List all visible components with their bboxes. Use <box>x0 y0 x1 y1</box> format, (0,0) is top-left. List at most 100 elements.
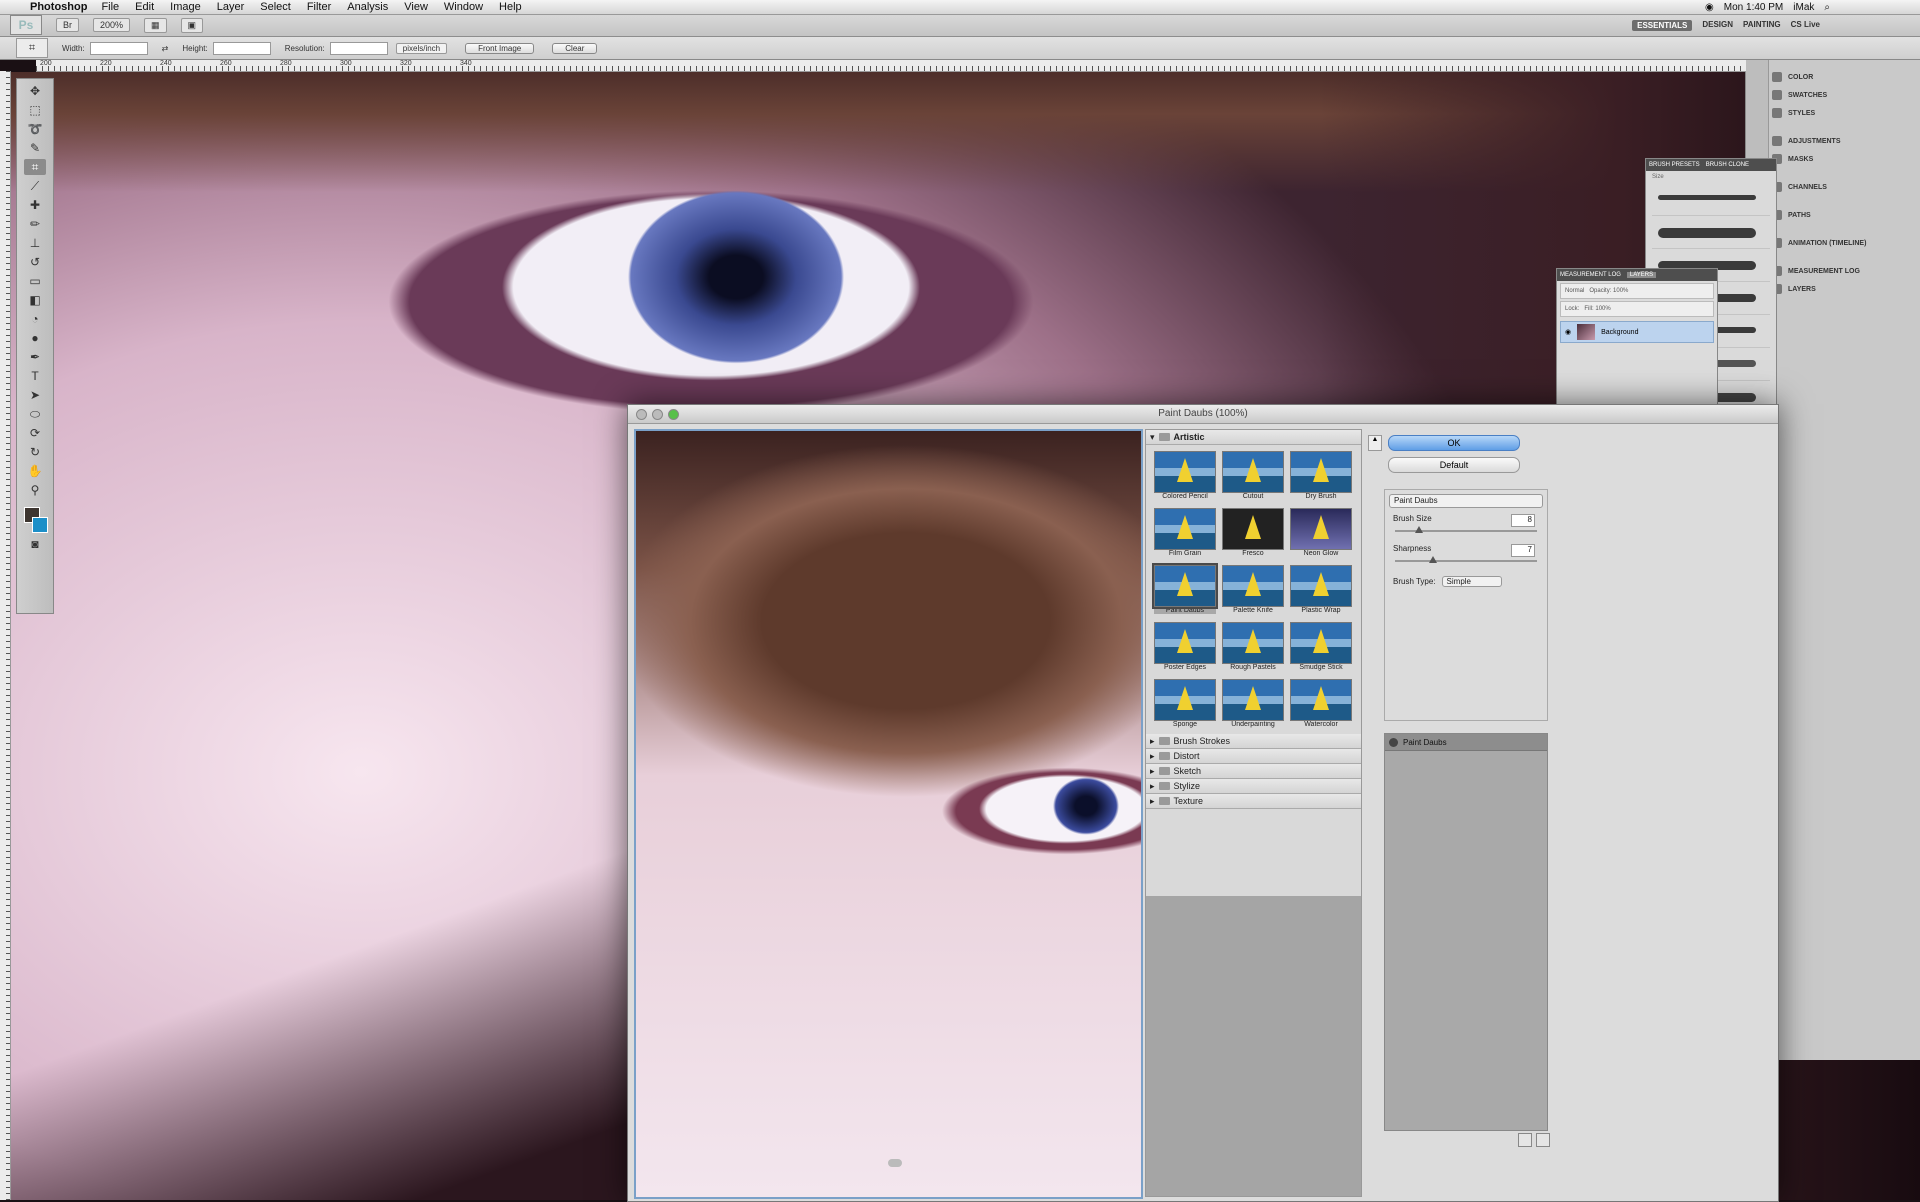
zoom-level[interactable]: 200% <box>93 18 131 32</box>
workspace-design[interactable]: DESIGN <box>1702 20 1733 31</box>
ruler-horizontal[interactable]: 200 220 240 260 280 300 320 340 <box>36 60 1746 72</box>
3d-orbit-tool-icon[interactable]: ↻ <box>24 444 46 460</box>
panel-measurement-log[interactable]: MEASUREMENT LOG <box>1772 266 1860 276</box>
minimize-window-icon[interactable] <box>652 409 663 420</box>
swap-icon[interactable]: ⇄ <box>162 44 169 53</box>
eraser-tool-icon[interactable]: ▭ <box>24 273 46 289</box>
panel-color[interactable]: COLOR <box>1772 72 1813 82</box>
filter-thumb[interactable]: Neon Glow <box>1290 508 1352 557</box>
gradient-tool-icon[interactable]: ◧ <box>24 292 46 308</box>
filter-thumb[interactable]: Smudge Stick <box>1290 622 1352 671</box>
spotlight-icon[interactable]: ⌕ <box>1824 2 1830 13</box>
fill-field[interactable]: Fill: 100% <box>1584 306 1610 312</box>
filter-thumb[interactable]: Cutout <box>1222 451 1284 500</box>
category-distort[interactable]: ▸ Distort <box>1146 749 1361 764</box>
healing-brush-tool-icon[interactable]: ✚ <box>24 197 46 213</box>
user-name[interactable]: iMak <box>1793 2 1814 13</box>
filter-thumb[interactable]: Film Grain <box>1154 508 1216 557</box>
height-field[interactable] <box>212 41 271 55</box>
eyedropper-tool-icon[interactable]: ⟋ <box>24 178 46 194</box>
launch-bridge-icon[interactable]: Br <box>56 18 79 32</box>
width-field[interactable] <box>89 41 148 55</box>
dodge-tool-icon[interactable]: ● <box>24 330 46 346</box>
close-window-icon[interactable] <box>636 409 647 420</box>
filter-thumb[interactable]: Watercolor <box>1290 679 1352 728</box>
hand-tool-icon[interactable]: ✋ <box>24 463 46 479</box>
blend-mode-select[interactable]: Normal <box>1565 288 1584 294</box>
panel-channels[interactable]: CHANNELS <box>1772 182 1827 192</box>
brush-size-input[interactable]: 8 <box>1511 514 1535 527</box>
blur-tool-icon[interactable]: ◔ <box>24 311 46 327</box>
panel-adjustments[interactable]: ADJUSTMENTS <box>1772 136 1841 146</box>
brush-size-slider-knob[interactable] <box>1415 526 1423 533</box>
history-brush-tool-icon[interactable]: ↺ <box>24 254 46 270</box>
lasso-tool-icon[interactable]: ➰ <box>24 121 46 137</box>
effect-layer[interactable]: Paint Daubs <box>1385 734 1547 751</box>
path-select-tool-icon[interactable]: ➤ <box>24 387 46 403</box>
front-image-button[interactable]: Front Image <box>465 42 535 54</box>
category-texture[interactable]: ▸ Texture <box>1146 794 1361 809</box>
filter-thumb[interactable]: Underpainting <box>1222 679 1284 728</box>
filter-thumb[interactable]: Colored Pencil <box>1154 451 1216 500</box>
panel-styles[interactable]: STYLES <box>1772 108 1815 118</box>
panel-masks[interactable]: MASKS <box>1772 154 1813 164</box>
crop-tool-icon[interactable]: ⌗ <box>24 159 46 175</box>
filter-thumb[interactable]: Palette Knife <box>1222 565 1284 614</box>
category-stylize[interactable]: ▸ Stylize <box>1146 779 1361 794</box>
filter-thumb[interactable]: Plastic Wrap <box>1290 565 1352 614</box>
eye-icon[interactable]: ◉ <box>1565 328 1571 336</box>
move-tool-icon[interactable]: ✥ <box>24 83 46 99</box>
crop-tool-icon[interactable]: ⌗ <box>16 38 48 58</box>
menu-select[interactable]: Select <box>260 1 291 13</box>
panel-animation[interactable]: ANIMATION (TIMELINE) <box>1772 238 1866 248</box>
clone-stamp-tool-icon[interactable]: ⊥ <box>24 235 46 251</box>
menu-view[interactable]: View <box>404 1 428 13</box>
default-button[interactable]: Default <box>1388 457 1520 473</box>
marquee-tool-icon[interactable]: ⬚ <box>24 102 46 118</box>
eye-icon[interactable] <box>1389 737 1398 747</box>
new-effect-layer-icon[interactable] <box>1518 1133 1532 1147</box>
filter-thumb[interactable]: Sponge <box>1154 679 1216 728</box>
quick-mask-icon[interactable]: ◙ <box>24 536 46 552</box>
units-select[interactable]: pixels/inch <box>395 42 448 54</box>
wifi-icon[interactable]: ◉ <box>1705 2 1714 13</box>
type-tool-icon[interactable]: T <box>24 368 46 384</box>
workspace-essentials[interactable]: ESSENTIALS <box>1632 19 1693 31</box>
background-color-swatch[interactable] <box>32 517 48 533</box>
shape-tool-icon[interactable]: ⬭ <box>24 406 46 422</box>
category-artistic[interactable]: ▾ Artistic <box>1146 430 1361 445</box>
brush-preset[interactable] <box>1652 220 1770 249</box>
filter-thumb-selected[interactable]: Paint Daubs <box>1152 563 1218 614</box>
filter-thumb[interactable]: Rough Pastels <box>1222 622 1284 671</box>
filter-preview[interactable] <box>634 429 1143 1199</box>
cs-live[interactable]: CS Live <box>1791 20 1820 31</box>
sharpness-input[interactable]: 7 <box>1511 544 1535 557</box>
tab-layers[interactable]: LAYERS <box>1626 272 1657 278</box>
brush-type-select[interactable]: Simple <box>1441 576 1502 587</box>
filter-select[interactable]: Paint Daubs <box>1389 494 1543 508</box>
category-brush-strokes[interactable]: ▸ Brush Strokes <box>1146 734 1361 749</box>
menu-edit[interactable]: Edit <box>135 1 154 13</box>
dialog-title-bar[interactable]: Paint Daubs (100%) <box>628 405 1778 424</box>
filter-thumb[interactable]: Dry Brush <box>1290 451 1352 500</box>
quick-select-tool-icon[interactable]: ✎ <box>24 140 46 156</box>
panel-swatches[interactable]: SWATCHES <box>1772 90 1827 100</box>
clock[interactable]: Mon 1:40 PM <box>1724 2 1783 13</box>
screen-mode-icon[interactable]: ▣ <box>180 17 204 33</box>
pen-tool-icon[interactable]: ✒ <box>24 349 46 365</box>
ok-button[interactable]: OK <box>1388 435 1520 451</box>
brush-preset[interactable] <box>1652 187 1770 216</box>
3d-rotate-tool-icon[interactable]: ⟳ <box>24 425 46 441</box>
zoom-tool-icon[interactable]: ⚲ <box>24 482 46 498</box>
layer-row[interactable]: ◉ Background <box>1560 321 1714 343</box>
clear-button[interactable]: Clear <box>552 42 598 54</box>
filter-thumb[interactable]: Poster Edges <box>1154 622 1216 671</box>
panel-paths[interactable]: PATHS <box>1772 210 1811 220</box>
opacity-field[interactable]: Opacity: 100% <box>1589 288 1628 294</box>
delete-effect-layer-icon[interactable] <box>1536 1133 1550 1147</box>
brush-tool-icon[interactable]: ✏ <box>24 216 46 232</box>
tab-brush-presets[interactable]: BRUSH PRESETS <box>1649 162 1700 168</box>
menu-image[interactable]: Image <box>170 1 201 13</box>
arrange-documents-icon[interactable]: ▦ <box>144 17 167 33</box>
preview-scrollbar[interactable] <box>888 1159 902 1167</box>
